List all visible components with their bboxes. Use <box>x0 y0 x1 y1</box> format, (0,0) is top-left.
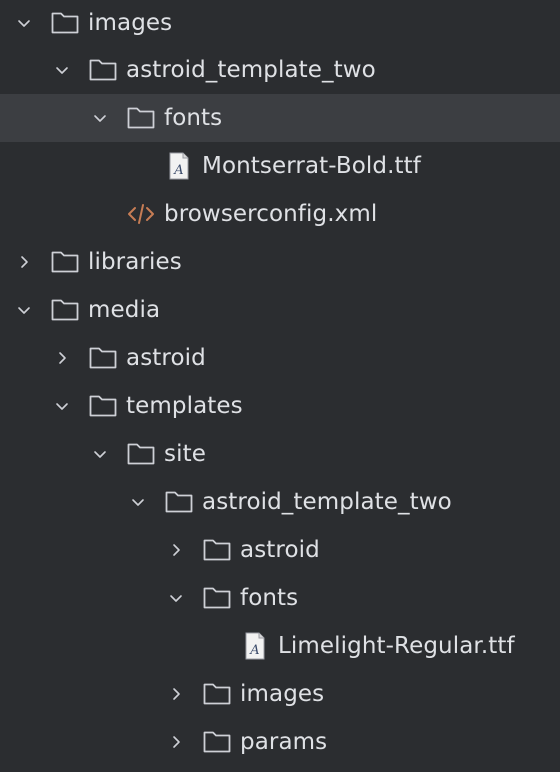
folder-icon <box>88 392 118 420</box>
folder-icon <box>202 584 232 612</box>
project-file-tree: images astroid_template_two fonts A Mont… <box>0 0 560 772</box>
folder-icon <box>202 536 232 564</box>
folder-icon <box>88 344 118 372</box>
chevron-right-icon[interactable] <box>166 540 186 560</box>
xml-file-icon <box>126 200 156 228</box>
tree-item-label: images <box>240 681 325 707</box>
chevron-down-icon[interactable] <box>14 13 34 33</box>
tree-item-label: site <box>164 441 206 467</box>
tree-item-label: media <box>88 297 161 323</box>
tree-item-label: astroid_template_two <box>126 57 376 83</box>
tree-item-label: browserconfig.xml <box>164 201 378 227</box>
tree-item-astroid[interactable]: astroid <box>0 334 560 382</box>
chevron-right-icon[interactable] <box>52 348 72 368</box>
font-file-icon: A <box>164 152 194 180</box>
tree-item-label: astroid <box>240 537 320 563</box>
font-file-icon: A <box>240 632 270 660</box>
tree-item-label: Montserrat-Bold.ttf <box>202 153 421 179</box>
tree-item-site[interactable]: site <box>0 430 560 478</box>
chevron-down-icon[interactable] <box>14 300 34 320</box>
tree-item-montserrat-bold-ttf[interactable]: A Montserrat-Bold.ttf <box>0 142 560 190</box>
folder-icon <box>50 248 80 276</box>
svg-text:A: A <box>249 643 259 658</box>
chevron-right-icon[interactable] <box>166 684 186 704</box>
folder-icon <box>202 680 232 708</box>
tree-item-astroid[interactable]: astroid <box>0 526 560 574</box>
chevron-right-icon[interactable] <box>166 732 186 752</box>
chevron-down-icon[interactable] <box>52 396 72 416</box>
tree-item-label: Limelight-Regular.ttf <box>278 633 515 659</box>
svg-text:A: A <box>173 163 183 178</box>
folder-icon <box>50 296 80 324</box>
tree-item-params[interactable]: params <box>0 718 560 766</box>
tree-item-label: astroid <box>126 345 206 371</box>
chevron-down-icon[interactable] <box>90 444 110 464</box>
tree-item-templates[interactable]: templates <box>0 382 560 430</box>
tree-item-label: fonts <box>240 585 299 611</box>
tree-item-label: images <box>88 10 173 36</box>
chevron-down-icon[interactable] <box>52 60 72 80</box>
folder-icon <box>50 9 80 37</box>
tree-item-astroid-template-two[interactable]: astroid_template_two <box>0 46 560 94</box>
chevron-down-icon[interactable] <box>166 588 186 608</box>
tree-item-libraries[interactable]: libraries <box>0 238 560 286</box>
tree-item-fonts[interactable]: fonts <box>0 574 560 622</box>
tree-item-astroid-template-two[interactable]: astroid_template_two <box>0 478 560 526</box>
chevron-down-icon[interactable] <box>128 492 148 512</box>
tree-item-label: params <box>240 729 328 755</box>
tree-item-label: astroid_template_two <box>202 489 452 515</box>
folder-icon <box>164 488 194 516</box>
folder-icon <box>88 56 118 84</box>
tree-item-label: templates <box>126 393 243 419</box>
tree-item-fonts[interactable]: fonts <box>0 94 560 142</box>
folder-icon <box>126 104 156 132</box>
tree-item-label: fonts <box>164 105 223 131</box>
chevron-right-icon[interactable] <box>14 252 34 272</box>
chevron-down-icon[interactable] <box>90 108 110 128</box>
tree-item-label: libraries <box>88 249 182 275</box>
folder-icon <box>202 728 232 756</box>
tree-item-images[interactable]: images <box>0 670 560 718</box>
tree-item-browserconfig-xml[interactable]: browserconfig.xml <box>0 190 560 238</box>
tree-item-images[interactable]: images <box>0 0 560 46</box>
folder-icon <box>126 440 156 468</box>
tree-item-limelight-regular-ttf[interactable]: A Limelight-Regular.ttf <box>0 622 560 670</box>
tree-item-media[interactable]: media <box>0 286 560 334</box>
